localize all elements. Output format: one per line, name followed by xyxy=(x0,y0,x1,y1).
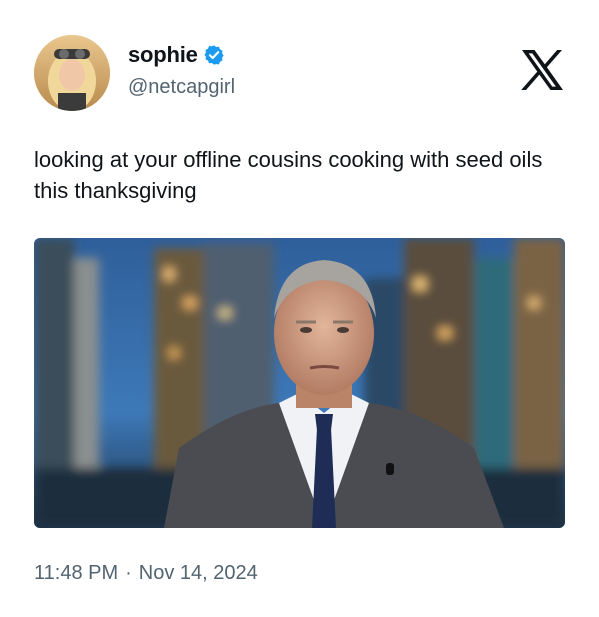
author-handle[interactable]: @netcapgirl xyxy=(128,76,235,99)
tweet-time: 11:48 PM xyxy=(34,562,119,584)
author-name-row: sophie xyxy=(128,42,225,68)
tweet-timestamp[interactable]: 11:48 PM · Nov 14, 2024 xyxy=(34,562,258,585)
x-logo-icon[interactable] xyxy=(520,48,564,92)
avatar-image xyxy=(34,35,110,111)
tweet-text: looking at your offline cousins cooking … xyxy=(34,147,543,203)
avatar[interactable] xyxy=(34,35,110,111)
tweet-date: Nov 14, 2024 xyxy=(138,562,258,584)
tweet-photo xyxy=(34,238,565,528)
display-name[interactable]: sophie xyxy=(128,42,198,68)
timestamp-separator: · xyxy=(125,562,132,584)
tweet-media[interactable] xyxy=(34,238,565,528)
verified-badge-icon xyxy=(203,44,225,66)
tweet-card: sophie @netcapgirl looking at your offli… xyxy=(0,0,599,617)
